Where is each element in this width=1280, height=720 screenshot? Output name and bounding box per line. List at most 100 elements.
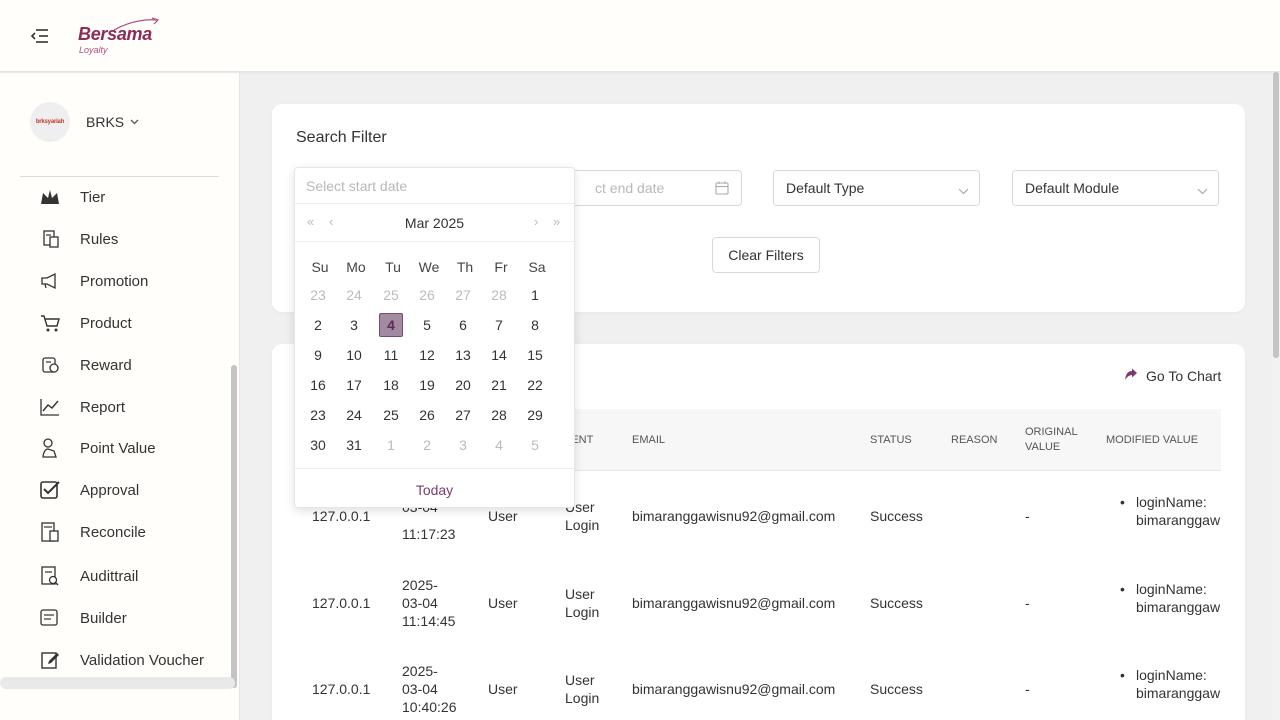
cell-event-line2: Login	[565, 690, 600, 706]
chevron-down-icon	[1197, 182, 1208, 198]
start-date-input[interactable]: Select start date	[295, 168, 574, 204]
cell-email: bimaranggawisnu92@gmail.com	[632, 595, 836, 611]
menu-collapse-icon[interactable]	[30, 27, 50, 45]
logo-subtext: Loyalty	[79, 45, 108, 55]
sidebar-item-reconcile[interactable]: Reconcile	[38, 517, 228, 547]
calendar-day[interactable]: 27	[451, 403, 475, 427]
calendar-day[interactable]: 23	[306, 403, 330, 427]
calendar-day[interactable]: 7	[487, 313, 511, 337]
column-header-email[interactable]: EMAIL	[632, 409, 665, 471]
cell-status: Success	[870, 508, 923, 524]
calendar-day[interactable]: 1	[523, 283, 547, 307]
calendar-day[interactable]: 5	[523, 433, 547, 457]
module-select[interactable]: Default Module	[1012, 170, 1219, 206]
sidebar-item-audittrail[interactable]: Audittrail	[38, 561, 228, 591]
calendar-day[interactable]: 16	[306, 373, 330, 397]
calendar-day[interactable]: 25	[379, 283, 403, 307]
calendar-day[interactable]: 28	[487, 283, 511, 307]
type-select[interactable]: Default Type	[773, 170, 980, 206]
calendar-day[interactable]: 17	[342, 373, 366, 397]
calendar-day[interactable]: 27	[451, 283, 475, 307]
go-to-chart-link[interactable]: Go To Chart	[1124, 368, 1221, 384]
sidebar-item-label: Promotion	[80, 272, 149, 290]
cell-original-value: -	[1025, 508, 1030, 524]
builder-icon	[38, 606, 62, 630]
weekday-label: Sa	[528, 259, 546, 275]
cell-date-line2: 03-04	[402, 595, 438, 611]
sidebar-item-label: Product	[80, 314, 132, 332]
calendar-day[interactable]: 6	[451, 313, 475, 337]
sidebar-item-tier[interactable]: Tier	[38, 182, 228, 212]
sidebar-item-reward[interactable]: Reward	[38, 350, 228, 380]
clear-filters-button[interactable]: Clear Filters	[712, 237, 820, 273]
calendar-day[interactable]: 1	[379, 433, 403, 457]
sidebar-horizontal-scrollbar[interactable]	[0, 677, 235, 689]
calendar-day[interactable]: 30	[306, 433, 330, 457]
calendar-day[interactable]: 22	[523, 373, 547, 397]
column-header-status[interactable]: STATUS	[870, 409, 912, 471]
calendar-day[interactable]: 15	[523, 343, 547, 367]
bersama-loyalty-logo[interactable]: Bersama Loyalty	[76, 16, 166, 58]
calendar-day[interactable]: 8	[523, 313, 547, 337]
calendar-day[interactable]: 24	[342, 403, 366, 427]
calendar-day[interactable]: 5	[415, 313, 439, 337]
calendar-day[interactable]: 9	[306, 343, 330, 367]
sidebar-item-report[interactable]: Report	[38, 392, 228, 422]
calendar-day[interactable]: 29	[523, 403, 547, 427]
calendar-day[interactable]: 18	[379, 373, 403, 397]
calendar-day[interactable]: 13	[451, 343, 475, 367]
sidebar-item-rules[interactable]: Rules	[38, 224, 228, 254]
next-month-icon[interactable]: ›	[534, 214, 538, 229]
weekday-label: Su	[311, 259, 329, 275]
calendar-day[interactable]: 31	[342, 433, 366, 457]
type-select-value: Default Type	[786, 180, 865, 196]
top-header: Bersama Loyalty	[0, 0, 1280, 72]
super-next-year-icon[interactable]: »	[553, 214, 560, 229]
calendar-day[interactable]: 28	[487, 403, 511, 427]
calendar-day[interactable]: 26	[415, 283, 439, 307]
month-year-label[interactable]: Mar 2025	[295, 215, 574, 231]
weekday-label: We	[418, 259, 440, 275]
cell-original-value: -	[1025, 595, 1030, 611]
cell-date-line2: 03-04	[402, 681, 438, 697]
sidebar-item-validation-voucher[interactable]: Validation Voucher	[38, 645, 228, 675]
sidebar-item-label: Tier	[80, 188, 106, 206]
weekday-label: Mo	[346, 259, 366, 275]
sidebar-scrollbar[interactable]	[231, 365, 237, 688]
calendar-day[interactable]: 25	[379, 403, 403, 427]
cell-ip: 127.0.0.1	[312, 595, 371, 611]
calendar-day[interactable]: 11	[379, 343, 403, 367]
sidebar-item-point-value[interactable]: Point Value	[38, 433, 228, 463]
column-header-modified-value[interactable]: MODIFIED VALUE	[1106, 409, 1198, 471]
calendar-day[interactable]: 2	[306, 313, 330, 337]
column-header-original-value[interactable]: ORIGINAL VALUE	[1025, 409, 1078, 471]
page-scrollbar-thumb[interactable]	[1273, 72, 1279, 358]
calendar-day[interactable]: 19	[415, 373, 439, 397]
org-switcher[interactable]: brksyariah BRKS	[30, 102, 220, 142]
sidebar-item-label: Reward	[80, 356, 132, 374]
page-scrollbar[interactable]	[1272, 72, 1280, 720]
calendar-day[interactable]: 3	[342, 313, 366, 337]
calendar-day[interactable]: 21	[487, 373, 511, 397]
calendar-day[interactable]: 23	[306, 283, 330, 307]
calendar-day[interactable]: 20	[451, 373, 475, 397]
calendar-day[interactable]: 12	[415, 343, 439, 367]
crown-icon	[38, 185, 62, 209]
today-button[interactable]: Today	[295, 482, 574, 498]
cart-icon	[38, 311, 62, 335]
sidebar-item-product[interactable]: Product	[38, 308, 228, 338]
sidebar-item-approval[interactable]: Approval	[38, 475, 228, 505]
calendar-day[interactable]: 4	[487, 433, 511, 457]
calendar-day-selected[interactable]: 4	[379, 313, 403, 337]
calendar-day[interactable]: 14	[487, 343, 511, 367]
cell-event-line2: Login	[565, 517, 600, 533]
column-header-reason[interactable]: REASON	[951, 409, 997, 471]
sidebar-item-promotion[interactable]: Promotion	[38, 266, 228, 296]
calendar-day[interactable]: 2	[415, 433, 439, 457]
calendar-day[interactable]: 24	[342, 283, 366, 307]
column-header-original-line2: VALUE	[1025, 441, 1061, 453]
calendar-day[interactable]: 10	[342, 343, 366, 367]
sidebar-item-builder[interactable]: Builder	[38, 603, 228, 633]
calendar-day[interactable]: 3	[451, 433, 475, 457]
calendar-day[interactable]: 26	[415, 403, 439, 427]
